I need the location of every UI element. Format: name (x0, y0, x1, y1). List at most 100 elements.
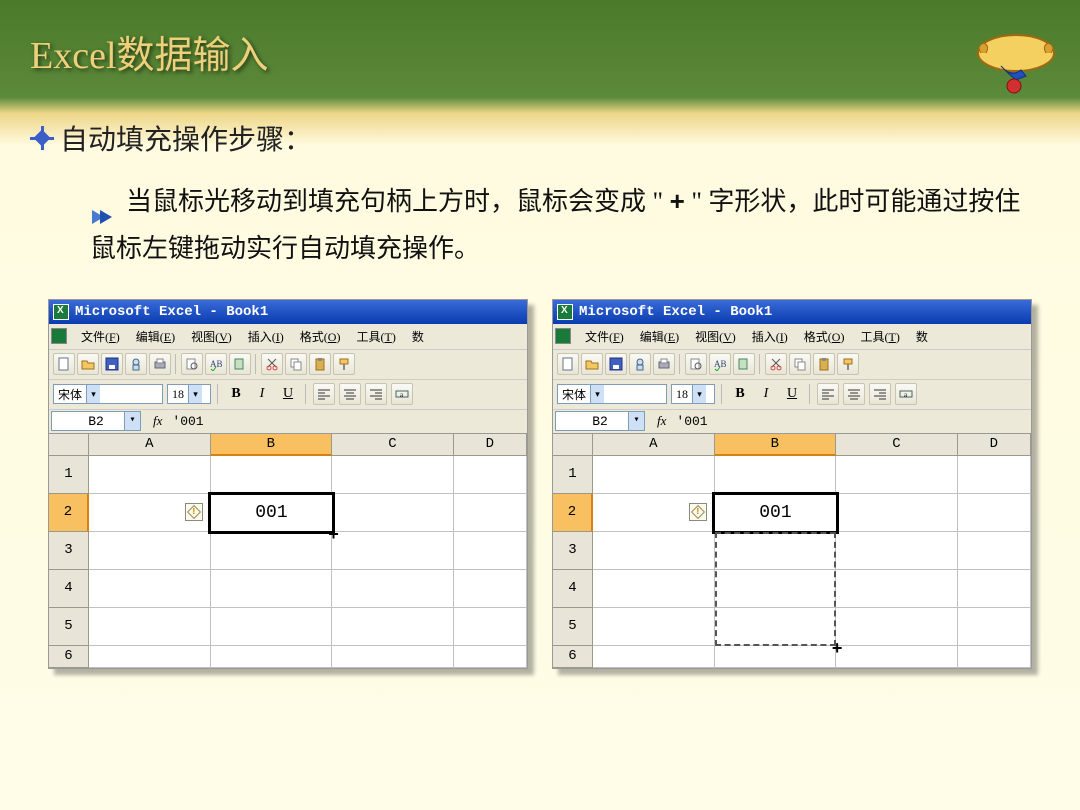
col-head-C[interactable]: C (836, 434, 958, 456)
row-head-5[interactable]: 5 (49, 608, 89, 646)
formula-value[interactable]: '001 (172, 414, 203, 429)
cut-icon[interactable] (261, 353, 283, 375)
align-left-button[interactable] (817, 383, 839, 405)
align-right-button[interactable] (869, 383, 891, 405)
new-doc-icon[interactable] (557, 353, 579, 375)
cell-D4[interactable] (958, 570, 1031, 608)
cell-A1[interactable] (593, 456, 715, 494)
cell-D2[interactable] (958, 494, 1031, 532)
select-all-corner[interactable] (553, 434, 593, 456)
cell-D6[interactable] (958, 646, 1031, 668)
cell-D3[interactable] (958, 532, 1031, 570)
bold-button[interactable]: B (729, 383, 751, 405)
align-left-button[interactable] (313, 383, 335, 405)
cell-A1[interactable] (89, 456, 211, 494)
cell-C4[interactable] (332, 570, 454, 608)
cell-C2[interactable] (333, 494, 454, 532)
save-icon[interactable] (605, 353, 627, 375)
row-head-4[interactable]: 4 (49, 570, 89, 608)
merge-center-button[interactable]: a (895, 383, 917, 405)
cut-icon[interactable] (765, 353, 787, 375)
save-icon[interactable] (101, 353, 123, 375)
cell-A2[interactable] (593, 494, 714, 532)
smart-tag-icon[interactable] (689, 503, 707, 521)
permission-icon[interactable] (125, 353, 147, 375)
menu-tools[interactable]: 工具(T) (348, 326, 403, 347)
cell-A3[interactable] (89, 532, 211, 570)
cell-A6[interactable] (89, 646, 211, 668)
cell-B4[interactable] (211, 570, 333, 608)
cell-D4[interactable] (454, 570, 527, 608)
row-head-2[interactable]: 2 (553, 494, 593, 532)
paste-icon[interactable] (309, 353, 331, 375)
open-icon[interactable] (77, 353, 99, 375)
name-box[interactable]: B2▾ (51, 411, 141, 431)
cell-D5[interactable] (958, 608, 1031, 646)
menu-insert[interactable]: 插入(I) (240, 326, 292, 347)
print-preview-icon[interactable] (685, 353, 707, 375)
cell-D2[interactable] (454, 494, 527, 532)
research-icon[interactable] (229, 353, 251, 375)
cell-A5[interactable] (89, 608, 211, 646)
row-head-3[interactable]: 3 (49, 532, 89, 570)
cell-C1[interactable] (332, 456, 454, 494)
cell-A4[interactable] (89, 570, 211, 608)
align-center-button[interactable] (339, 383, 361, 405)
row-head-1[interactable]: 1 (49, 456, 89, 494)
col-head-C[interactable]: C (332, 434, 454, 456)
bold-button[interactable]: B (225, 383, 247, 405)
row-head-1[interactable]: 1 (553, 456, 593, 494)
fx-label[interactable]: fx (153, 413, 162, 429)
cell-B2-active[interactable]: 001 + (208, 492, 334, 534)
row-head-5[interactable]: 5 (553, 608, 593, 646)
merge-center-button[interactable]: a (391, 383, 413, 405)
cell-C1[interactable] (836, 456, 958, 494)
cell-B1[interactable] (715, 456, 837, 494)
fill-handle-cursor-icon[interactable]: + (326, 527, 342, 543)
print-icon[interactable] (149, 353, 171, 375)
cell-B3[interactable] (211, 532, 333, 570)
excel-grid[interactable]: A B C D 1 2 (49, 434, 527, 668)
cell-C5[interactable] (836, 608, 958, 646)
row-head-3[interactable]: 3 (553, 532, 593, 570)
research-icon[interactable] (733, 353, 755, 375)
permission-icon[interactable] (629, 353, 651, 375)
format-painter-icon[interactable] (837, 353, 859, 375)
fill-handle-cursor-icon[interactable]: + (829, 641, 845, 657)
align-center-button[interactable] (843, 383, 865, 405)
cell-B3[interactable] (715, 532, 837, 570)
menu-insert[interactable]: 插入(I) (744, 326, 796, 347)
cell-B2-active[interactable]: 001 (712, 492, 838, 534)
col-head-B[interactable]: B (715, 434, 837, 456)
menu-extra[interactable]: 数 (908, 326, 936, 347)
font-name-combo[interactable]: 宋体▾ (557, 384, 667, 404)
font-name-combo[interactable]: 宋体▾ (53, 384, 163, 404)
row-head-6[interactable]: 6 (553, 646, 593, 668)
underline-button[interactable]: U (277, 383, 299, 405)
copy-icon[interactable] (285, 353, 307, 375)
formula-value[interactable]: '001 (676, 414, 707, 429)
paste-icon[interactable] (813, 353, 835, 375)
col-head-A[interactable]: A (593, 434, 715, 456)
cell-B5[interactable]: + (715, 608, 837, 646)
cell-C5[interactable] (332, 608, 454, 646)
cell-B4[interactable] (715, 570, 837, 608)
print-icon[interactable] (653, 353, 675, 375)
menu-view[interactable]: 视图(V) (183, 326, 240, 347)
menu-edit[interactable]: 编辑(E) (128, 326, 183, 347)
col-head-B[interactable]: B (211, 434, 333, 456)
cell-D1[interactable] (454, 456, 527, 494)
cell-A4[interactable] (593, 570, 715, 608)
cell-D6[interactable] (454, 646, 527, 668)
cell-C3[interactable] (836, 532, 958, 570)
fx-label[interactable]: fx (657, 413, 666, 429)
cell-B6[interactable] (715, 646, 837, 668)
new-doc-icon[interactable] (53, 353, 75, 375)
menu-view[interactable]: 视图(V) (687, 326, 744, 347)
excel-grid[interactable]: A B C D 1 2 (553, 434, 1031, 668)
menu-file[interactable]: 文件(F) (73, 326, 128, 347)
cell-C6[interactable] (836, 646, 958, 668)
italic-button[interactable]: I (755, 383, 777, 405)
menu-format[interactable]: 格式(O) (796, 326, 853, 347)
cell-A2[interactable] (89, 494, 210, 532)
